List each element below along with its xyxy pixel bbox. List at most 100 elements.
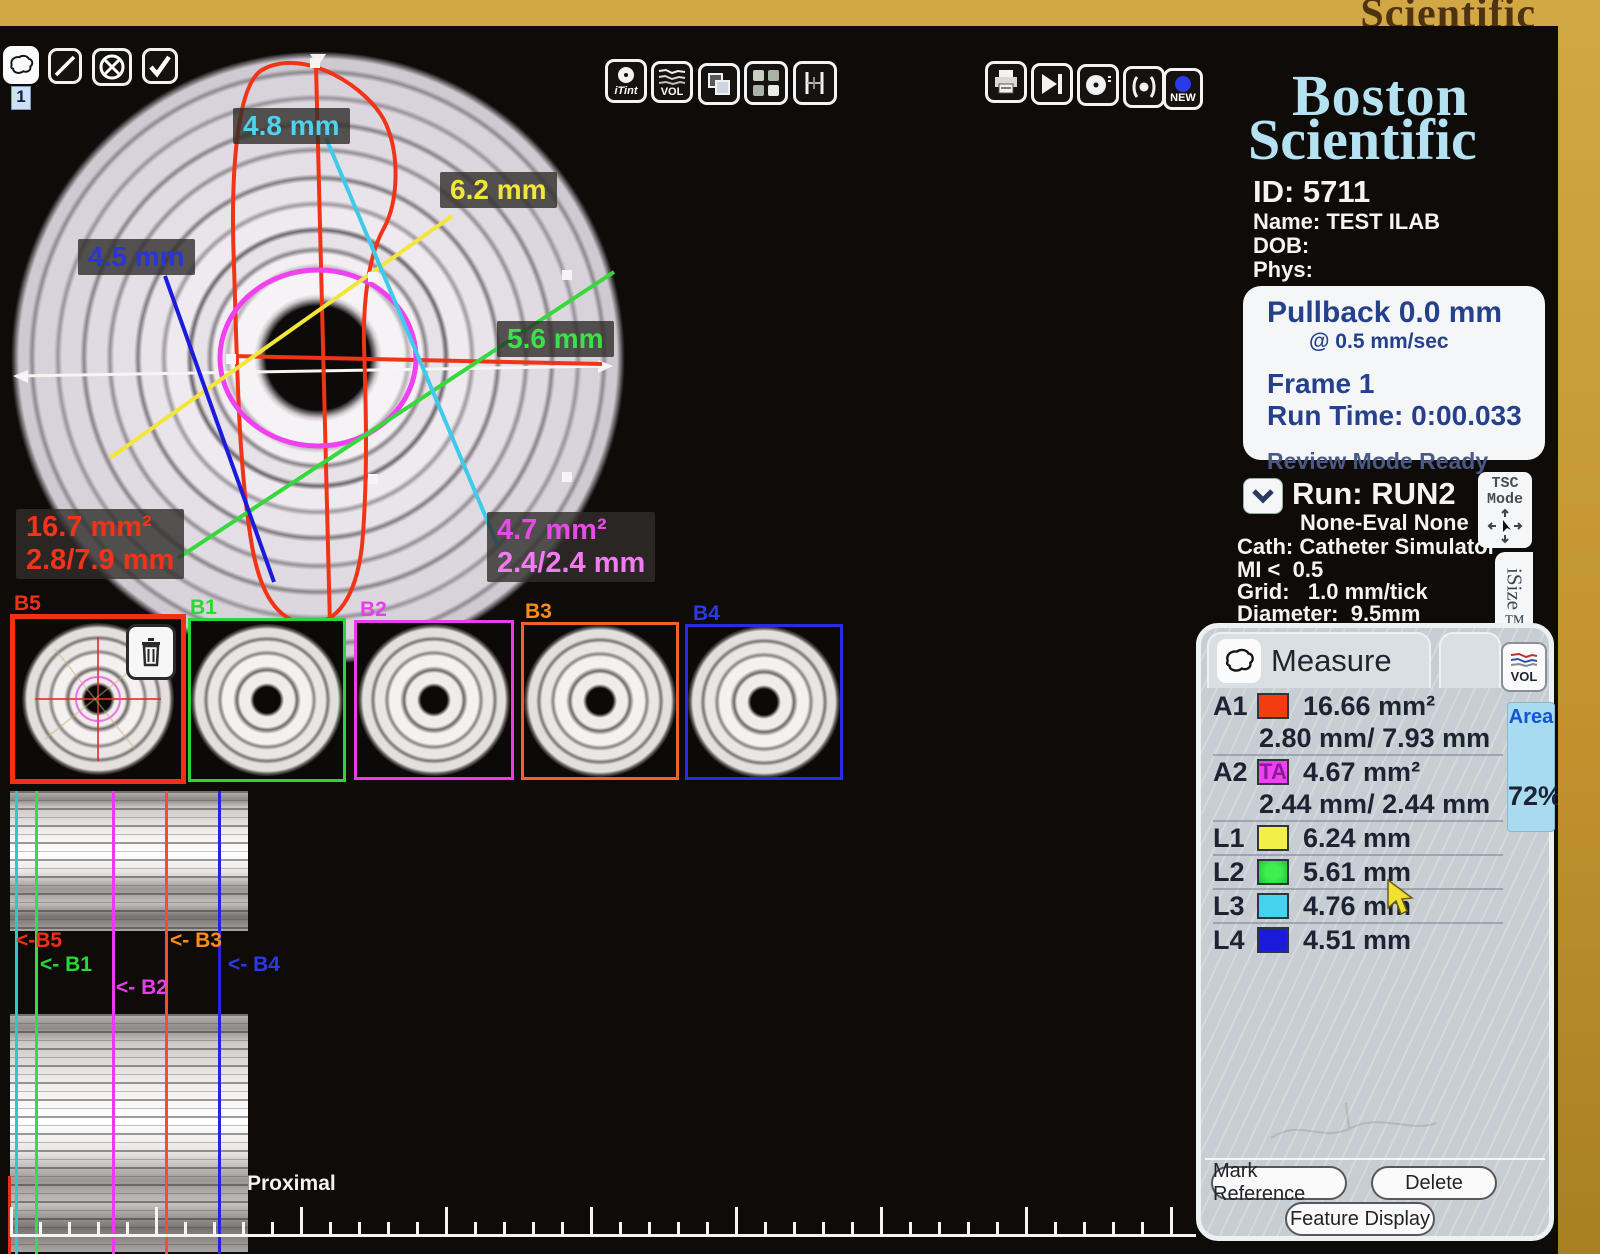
print-button[interactable] <box>985 61 1027 103</box>
ruler-tick <box>1170 1207 1173 1234</box>
itint-disc-icon <box>615 66 637 86</box>
caliper-button[interactable] <box>793 61 837 105</box>
thumbnail-rings-b4 <box>688 626 840 778</box>
disc-icon <box>1084 72 1112 98</box>
a1-area-value: 16.7 mm² <box>26 511 174 544</box>
ild-bookmark-line-b1[interactable] <box>35 791 38 1254</box>
bookmark-label-b1: B1 <box>190 596 217 620</box>
pullback-rate: @ 0.5 mm/sec <box>1309 330 1545 354</box>
area-percent-indicator[interactable]: Area 72% <box>1507 702 1555 832</box>
ruler-tick <box>300 1207 303 1234</box>
feature-display-button[interactable]: Feature Display <box>1285 1202 1435 1236</box>
ild-bookmark-line-b2[interactable] <box>112 791 115 1254</box>
run-title: Run: RUN2 <box>1292 476 1456 512</box>
patient-name: Name: TEST ILAB <box>1253 209 1440 235</box>
bookmark-thumbnail-b1[interactable] <box>188 618 346 782</box>
tsc-mode-button[interactable]: TSC Mode <box>1478 472 1532 548</box>
row-id: L3 <box>1213 891 1257 922</box>
tsc-arrows-icon <box>1485 508 1525 544</box>
ild-marker-b1: <- B1 <box>40 953 92 977</box>
layout-layers-button[interactable] <box>698 63 740 105</box>
a1-measurement-label[interactable]: 16.7 mm² 2.8/7.9 mm <box>16 509 184 579</box>
thumbnail-rings-b1 <box>191 624 343 776</box>
l1-color-swatch <box>1257 825 1289 851</box>
confirm-button[interactable] <box>142 48 178 84</box>
ruler-tick <box>1141 1222 1144 1234</box>
pullback-status-box: Pullback 0.0 mm @ 0.5 mm/sec Frame 1 Run… <box>1243 286 1545 460</box>
a1-diameter-line-vertical[interactable] <box>316 66 330 626</box>
ild-bookmark-line-b3[interactable] <box>165 791 168 1254</box>
ruler-tick <box>706 1222 709 1234</box>
itint-button[interactable]: iTint <box>605 59 647 103</box>
thumbnail-rings-b3 <box>524 625 676 777</box>
tab-blank[interactable] <box>1439 632 1501 688</box>
thumbnail-rings-b2 <box>358 624 510 776</box>
play-next-icon <box>1039 72 1065 96</box>
bookmark-thumbnail-b5[interactable] <box>10 614 186 784</box>
white-diameter-line[interactable] <box>16 366 610 376</box>
archive-disc-button[interactable] <box>1077 64 1119 106</box>
delete-bookmark-button[interactable] <box>126 624 176 680</box>
l4-distance-reading: 4.51 mm <box>1303 925 1411 956</box>
row-id: A1 <box>1213 691 1257 722</box>
record-button[interactable] <box>1123 66 1165 108</box>
measurement-overlay <box>0 26 700 696</box>
bookmark-label-b5: B5 <box>14 592 41 616</box>
row-id: A2 <box>1213 757 1257 788</box>
bookmark-thumbnail-b3[interactable] <box>521 622 679 780</box>
measure-tab-label: Measure <box>1271 643 1392 679</box>
ruler-tick <box>126 1222 129 1234</box>
delete-measure-button[interactable] <box>92 48 132 86</box>
bookmark-thumbnail-b4[interactable] <box>685 624 843 780</box>
a1-area-reading: 16.66 mm² <box>1303 691 1435 722</box>
ruler-tick <box>97 1222 100 1234</box>
l2-color-swatch <box>1257 859 1289 885</box>
ild-bookmark-line-b4[interactable] <box>218 791 221 1254</box>
l4-color-swatch <box>1257 927 1289 953</box>
mark-reference-button[interactable]: Mark Reference <box>1211 1166 1347 1200</box>
ruler-tick <box>271 1222 274 1234</box>
bookmark-thumbnail-b2[interactable] <box>354 620 514 780</box>
l3-label[interactable]: 4.8 mm <box>233 108 350 144</box>
play-to-end-button[interactable] <box>1031 63 1073 105</box>
ruler-tick <box>358 1222 361 1234</box>
bookmark-label-b2: B2 <box>360 598 387 622</box>
ruler-tick <box>213 1222 216 1234</box>
vol-panel-label: VOL <box>1511 669 1538 684</box>
measure-panel: Measure VOL A1 16.66 mm² 2.80 mm/ 7.93 m… <box>1196 623 1554 1241</box>
patient-phys: Phys: <box>1253 257 1313 283</box>
l4-label[interactable]: 4.5 mm <box>78 239 195 275</box>
l1-label[interactable]: 6.2 mm <box>440 172 557 208</box>
a2-area-value: 4.7 mm² <box>497 514 645 547</box>
ruler-tick <box>938 1222 941 1234</box>
vol-panel-button[interactable]: VOL <box>1501 642 1547 692</box>
ild-strip-upper[interactable] <box>10 791 248 931</box>
ild-cursor-line[interactable] <box>15 791 18 1254</box>
delete-button[interactable]: Delete <box>1371 1166 1497 1200</box>
row-id: L1 <box>1213 823 1257 854</box>
proximal-label: Proximal <box>247 1172 336 1196</box>
area-label: Area <box>1508 706 1554 729</box>
vol-view-button[interactable]: VOL <box>651 61 693 103</box>
layout-grid-button[interactable] <box>744 61 788 105</box>
run-select-dropdown[interactable] <box>1243 478 1283 514</box>
measure-row-a2: A2 TA 4.67 mm² <box>1213 754 1503 788</box>
printer-icon <box>992 69 1020 95</box>
a1-diameter-value: 2.8/7.9 mm <box>26 544 174 577</box>
vol-caption: VOL <box>661 87 684 97</box>
ruler-tick <box>996 1222 999 1234</box>
ruler-tick <box>822 1222 825 1234</box>
a2-measurement-label[interactable]: 4.7 mm² 2.4/2.4 mm <box>487 512 655 582</box>
l2-label[interactable]: 5.6 mm <box>497 321 614 357</box>
line-tool-button[interactable] <box>48 48 82 84</box>
row-id: L4 <box>1213 925 1257 956</box>
ruler-tick <box>967 1222 970 1234</box>
tab-measure[interactable]: Measure <box>1207 632 1431 688</box>
ruler-tick <box>532 1222 535 1234</box>
l1-distance-reading: 6.24 mm <box>1303 823 1411 854</box>
new-item-button[interactable]: NEW <box>1163 68 1203 110</box>
trace-tool-button[interactable] <box>3 46 39 84</box>
boston-scientific-logo: Boston Scientific <box>1292 74 1477 162</box>
ruler-tick <box>1054 1222 1057 1234</box>
waveform-icon <box>658 67 686 87</box>
